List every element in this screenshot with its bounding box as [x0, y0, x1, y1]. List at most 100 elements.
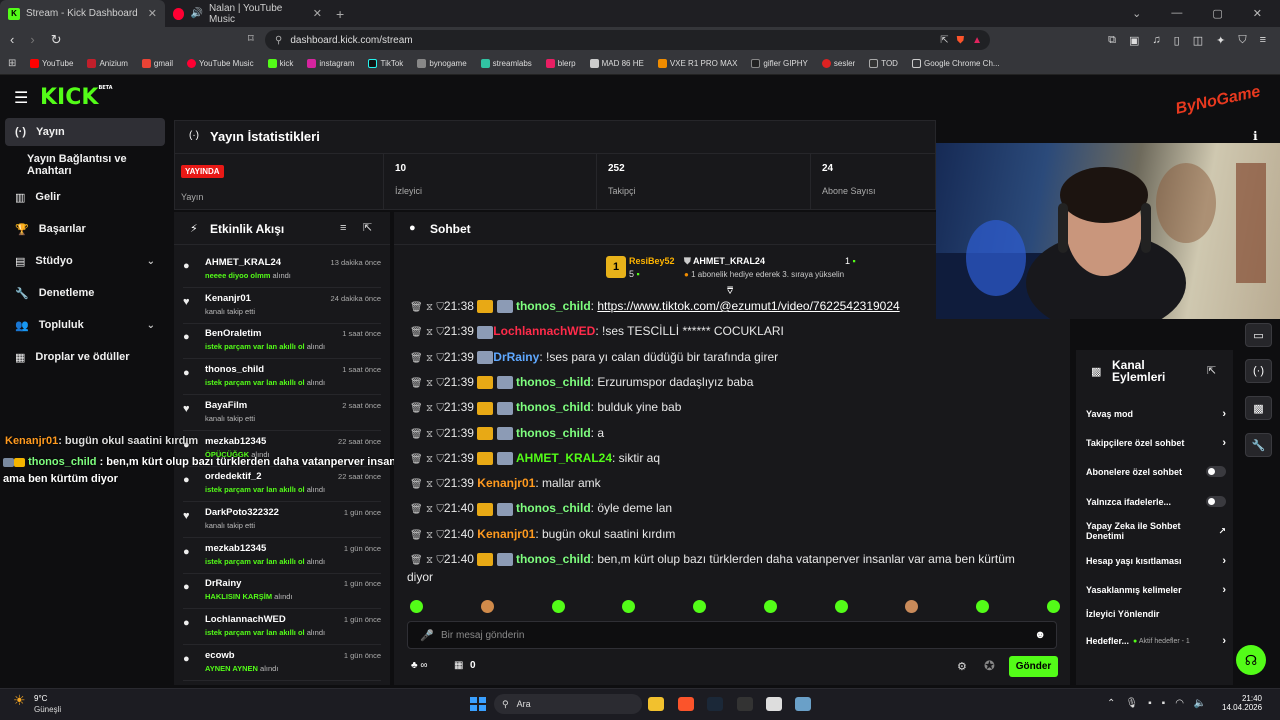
mod-shield-icon[interactable]: ⛉ [436, 504, 444, 515]
chat-message[interactable]: 🗑 ⧖ ⛉21:39 Kenanjr01: mallar amk [410, 475, 1060, 493]
minimize-icon[interactable]: — [1171, 7, 1182, 20]
channel-action-item[interactable]: Yapay Zeka ile Sohbet Denetimi ↗ [1086, 521, 1226, 541]
apps-grid-icon[interactable]: ⊞ [8, 58, 16, 69]
file-explorer-icon[interactable] [648, 697, 664, 711]
mod-shield-icon[interactable]: ⛉ [436, 429, 444, 440]
activity-user[interactable]: LochlannachWED [205, 614, 286, 625]
timeout-icon[interactable]: ⧖ [426, 479, 433, 490]
delete-icon[interactable]: 🗑 [410, 555, 423, 566]
message-user[interactable]: Kenanjr01 [477, 527, 535, 541]
message-user[interactable]: thonos_child [516, 501, 591, 515]
reload-icon[interactable]: ↻ [51, 32, 62, 48]
channel-points-icon[interactable]: ♣ ∞ [411, 660, 427, 671]
chat-message[interactable]: 🗑 ⧖ ⛉21:39 thonos_child: a [410, 425, 1060, 443]
timeout-icon[interactable]: ⧖ [426, 504, 433, 515]
chat-message[interactable]: 🗑 ⧖ ⛉21:39 thonos_child: Erzurumspor dad… [410, 374, 1060, 392]
taskbar-search[interactable]: ⚲ Ara [494, 694, 642, 714]
message-user[interactable]: thonos_child [516, 299, 591, 313]
pinned-user[interactable]: ResiBey52 [629, 256, 675, 266]
tab-kick-dashboard[interactable]: K Stream - Kick Dashboard ✕ [0, 0, 165, 27]
activity-user[interactable]: thonos_child [205, 364, 264, 375]
activity-user[interactable]: BenOraletim [205, 328, 262, 339]
restore-icon[interactable]: ▢ [1212, 7, 1222, 20]
mod-shield-icon[interactable]: ⛉ [436, 327, 444, 338]
timeout-icon[interactable]: ⧖ [426, 327, 433, 338]
bookmark-sesler[interactable]: sesler [821, 59, 855, 68]
delete-icon[interactable]: 🗑 [410, 353, 423, 364]
delete-icon[interactable]: 🗑 [410, 327, 423, 338]
tray-chevron-icon[interactable]: ⌃ [1107, 698, 1115, 709]
timeout-icon[interactable]: ⧖ [426, 403, 433, 414]
timeout-icon[interactable]: ⧖ [426, 454, 433, 465]
emote-icon[interactable] [551, 600, 565, 613]
chat-message[interactable]: 🗑 ⧖ ⛉21:40 thonos_child: ben,m kürt olup… [410, 551, 1060, 569]
bookmark-youtube-music[interactable]: YouTube Music [187, 59, 254, 68]
message-user[interactable]: AHMET_KRAL24 [516, 451, 612, 465]
activity-item[interactable]: ● BenOraletim istek parçam var lan akıllı … [183, 325, 381, 360]
site-info-icon[interactable]: ⚲ [275, 35, 282, 46]
activity-item[interactable]: ● LochlannachWED istek parçam var lan akıl… [183, 611, 381, 645]
bookmark-instagram[interactable]: instagram [307, 59, 354, 68]
nav-item-studyo[interactable]: ▤ Stüdyo ⌄ [5, 247, 165, 275]
close-tab-icon[interactable]: ✕ [148, 7, 157, 20]
chat-message[interactable]: 🗑 ⧖ ⛉21:40 Kenanjr01: bugün okul saatini… [410, 526, 1060, 544]
bookmark-tiktok[interactable]: TikTok [368, 59, 403, 68]
activity-item[interactable]: ● DrRainy HAKLISIN KARŞİM alındı 1 gün önce [183, 575, 381, 610]
message-user[interactable]: DrRainy [493, 350, 539, 364]
toggle-switch[interactable] [1206, 466, 1226, 477]
timeout-icon[interactable]: ⧖ [426, 353, 433, 364]
settings-gear-icon[interactable]: ⚙ [957, 660, 967, 673]
activity-item[interactable]: ● ordedektif_2 istek parçam var lan akıllı… [183, 468, 381, 503]
activity-user[interactable]: BayaFilm [205, 400, 247, 411]
nav-item-gelir[interactable]: ▥ Gelir [5, 183, 165, 211]
activity-item[interactable]: ♥ Kenanjr01 kanalı takip etti 24 dakika önc… [183, 290, 381, 324]
emote-icon[interactable] [480, 600, 494, 613]
delete-icon[interactable]: 🗑 [410, 479, 423, 490]
bookmark-bynogame[interactable]: bynogame [417, 59, 467, 68]
emote-icon[interactable] [905, 600, 919, 613]
nav-item-topluluk[interactable]: 👥 Topluluk ⌄ [5, 311, 165, 339]
delete-icon[interactable]: 🗑 [410, 403, 423, 414]
url-field[interactable]: ⚲ dashboard.kick.com/stream ⇱ ⛊ ▲ [265, 30, 990, 50]
delete-icon[interactable]: 🗑 [410, 454, 423, 465]
emote-icon[interactable] [1046, 600, 1060, 613]
hamburger-menu-icon[interactable]: ☰ [14, 88, 28, 108]
channel-action-item[interactable]: Hedefler... ● Aktif hedefler - 1 › [1086, 635, 1226, 647]
collapse-pinned-icon[interactable]: ⩢ [727, 286, 733, 297]
bookmark-mad86[interactable]: MAD 86 HE [589, 59, 644, 68]
bookmark-vxe[interactable]: VXE R1 PRO MAX [657, 59, 737, 68]
timeout-icon[interactable]: ⧖ [426, 429, 433, 440]
bookmark-kick[interactable]: kick [267, 59, 293, 68]
activity-user[interactable]: DrRainy [205, 578, 241, 589]
activity-user[interactable]: DarkPoto322322 [205, 507, 279, 518]
vpn-icon[interactable]: ⛉ [1238, 34, 1246, 47]
microphone-icon[interactable]: 🎤 [420, 629, 434, 642]
mod-shield-icon[interactable]: ⛉ [436, 302, 444, 313]
delete-icon[interactable]: 🗑 [410, 504, 423, 515]
mod-shield-icon[interactable]: ⛉ [436, 555, 444, 566]
close-window-icon[interactable]: ✕ [1253, 7, 1262, 20]
bookmark-blerp[interactable]: blerp [545, 59, 576, 68]
timeout-icon[interactable]: ⧖ [426, 555, 433, 566]
epic-games-icon[interactable] [737, 697, 753, 711]
app-icon[interactable] [795, 697, 811, 711]
emote-icon[interactable] [410, 600, 423, 613]
activity-user[interactable]: Kenanjr01 [205, 293, 251, 304]
channel-action-item[interactable]: Takipçilere özel sohbet › [1086, 437, 1226, 449]
tray-app-icon[interactable]: ▪ [1148, 698, 1152, 709]
delete-icon[interactable]: 🗑 [410, 302, 423, 313]
rewards-icon[interactable]: ▲ [972, 35, 982, 46]
activity-item[interactable]: ● thonos_child istek parçam var lan akıllı… [183, 361, 381, 396]
bookmark-tod[interactable]: TOD [869, 59, 898, 68]
ai-icon[interactable]: ✦ [1216, 34, 1225, 47]
emote-icon[interactable] [834, 600, 848, 613]
screenshot-icon[interactable]: ▣ [1129, 34, 1139, 47]
bookmark-streamlabs[interactable]: streamlabs [480, 59, 532, 68]
channel-action-item[interactable]: Abonelere özel sohbet [1086, 466, 1226, 477]
tab-search-chevron-icon[interactable]: ⌄ [1132, 7, 1141, 20]
gift-user[interactable]: ⛊ AHMET_KRAL24 [684, 256, 765, 267]
message-user[interactable]: Kenanjr01 [477, 476, 535, 490]
emote-icon[interactable] [693, 600, 707, 613]
info-icon[interactable]: ℹ [1253, 129, 1258, 143]
clock[interactable]: 21:40 14.04.2026 [1222, 694, 1262, 712]
